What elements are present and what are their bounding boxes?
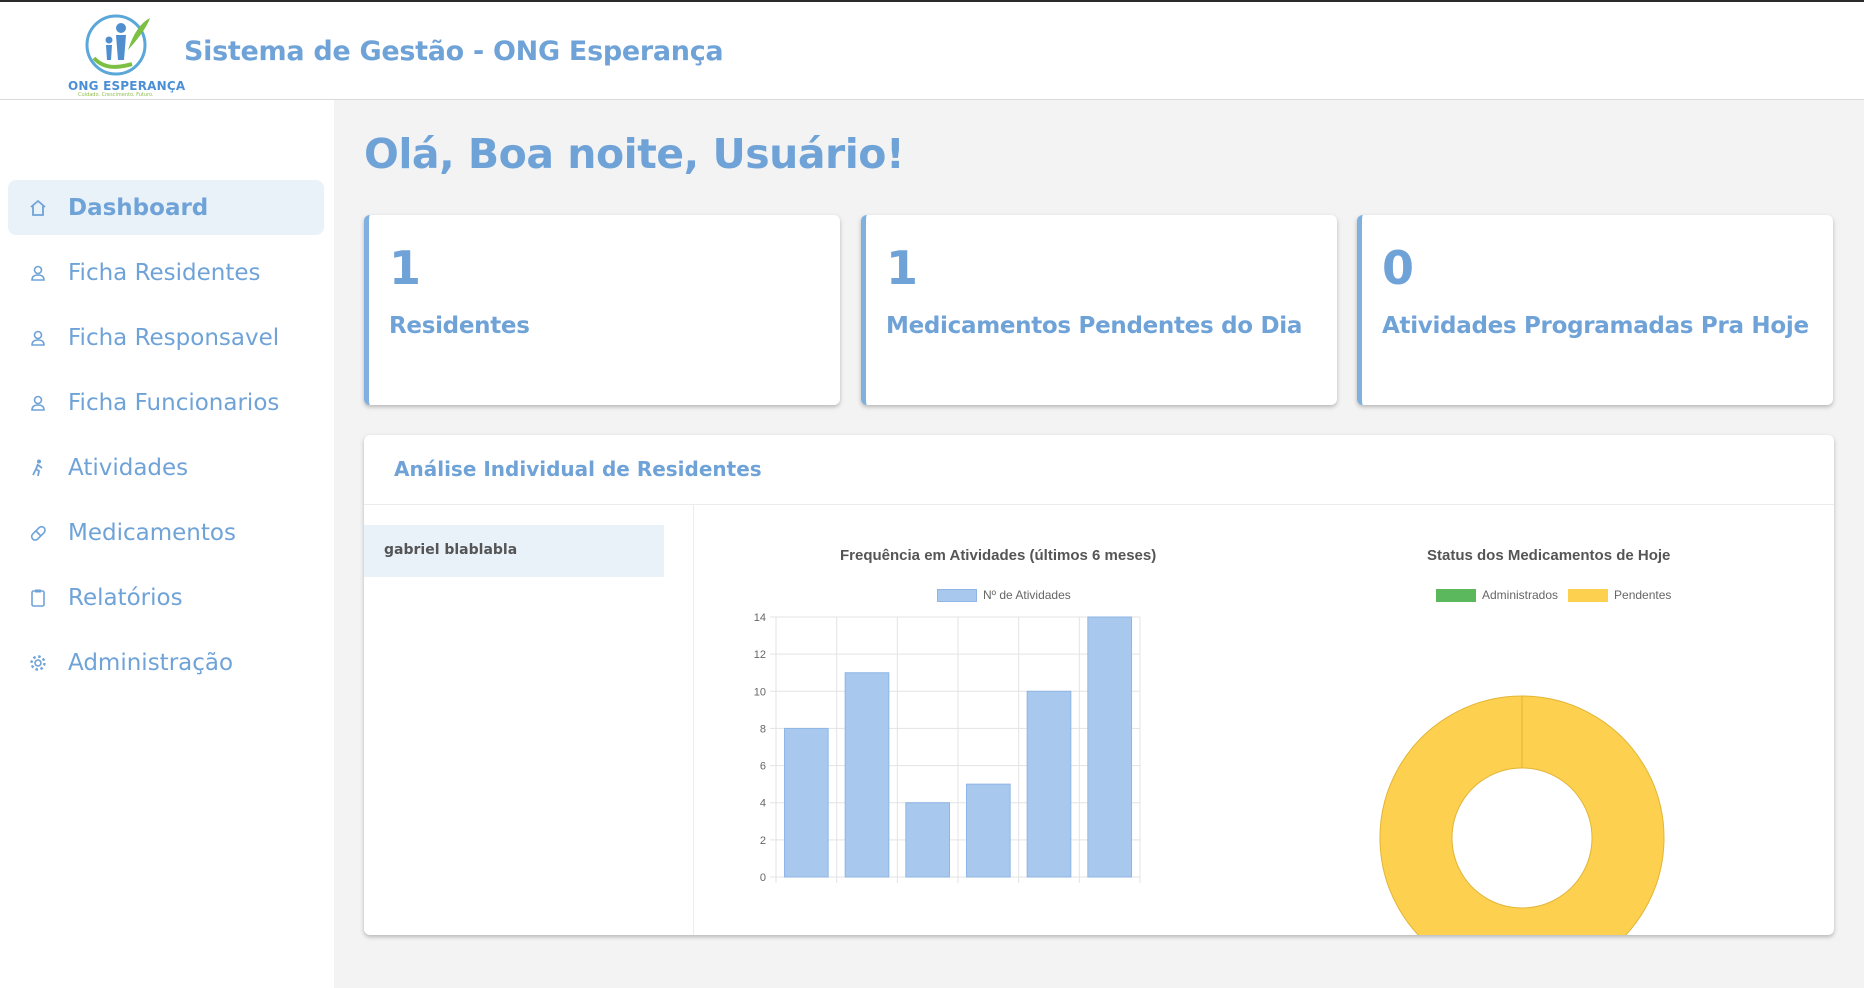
stat-value: 1	[886, 241, 919, 295]
resident-item[interactable]: gabriel blablabla	[364, 525, 664, 577]
stat-card-atividades[interactable]: 0 Atividades Programadas Pra Hoje	[1357, 215, 1833, 405]
sidebar-item-label: Medicamentos	[68, 519, 236, 546]
doughnut-chart-title: Status dos Medicamentos de Hoje	[1427, 547, 1671, 564]
user-icon	[31, 265, 45, 281]
app-header: ONG ESPERANÇA Cuidado. Crescimento. Futu…	[0, 0, 1864, 100]
sidebar-item-label: Relatórios	[68, 584, 183, 611]
sidebar-item-ficha-funcionarios[interactable]: Ficha Funcionarios	[8, 375, 324, 430]
resident-name: gabriel blablabla	[384, 542, 518, 558]
doughnut-chart	[1379, 695, 1665, 935]
stat-value: 1	[389, 241, 422, 295]
bar-5[interactable]	[1026, 690, 1072, 878]
stat-value: 0	[1382, 241, 1415, 295]
bar-chart-legend[interactable]: Nº de Atividades	[937, 588, 1071, 602]
sidebar-item-ficha-residentes[interactable]: Ficha Residentes	[8, 245, 324, 300]
y-tick-label: 2	[760, 835, 766, 847]
sidebar-item-relatorios[interactable]: Relatórios	[8, 570, 324, 625]
legend-swatch-atividades	[937, 588, 977, 602]
sidebar-item-label: Dashboard	[68, 194, 209, 221]
legend-swatch-pendentes	[1568, 588, 1609, 602]
stat-label: Medicamentos Pendentes do Dia	[886, 313, 1303, 339]
sidebar-item-label: Administração	[68, 649, 234, 676]
home-icon	[30, 199, 46, 216]
bar-2[interactable]	[844, 672, 890, 878]
legend-label-pendentes: Pendentes	[1614, 588, 1672, 602]
bar-4[interactable]	[965, 783, 1011, 878]
panel-header: Análise Individual de Residentes	[364, 435, 1834, 505]
sidebar-item-label: Ficha Funcionarios	[68, 389, 280, 416]
y-tick-label: 8	[760, 723, 766, 735]
bar-chart-title: Frequência em Atividades (últimos 6 mese…	[840, 547, 1157, 564]
sidebar-item-atividades[interactable]: Atividades	[8, 440, 324, 495]
stat-label: Atividades Programadas Pra Hoje	[1382, 313, 1809, 339]
y-tick-label: 14	[754, 612, 766, 624]
clipboard-icon	[31, 589, 45, 607]
y-tick-label: 4	[760, 798, 766, 810]
sidebar-item-medicamentos[interactable]: Medicamentos	[8, 505, 324, 560]
legend-label-administrados: Administrados	[1482, 588, 1559, 602]
sidebar-item-label: Ficha Residentes	[68, 259, 261, 286]
analysis-panel: Análise Individual de Residentes gabriel…	[364, 435, 1834, 935]
y-tick-label: 10	[754, 686, 766, 698]
panel-title: Análise Individual de Residentes	[394, 457, 762, 481]
bar-3[interactable]	[905, 802, 951, 878]
y-tick-label: 0	[760, 872, 766, 884]
legend-swatch-administrados	[1436, 588, 1476, 602]
bar-1[interactable]	[783, 727, 829, 878]
sidebar-item-label: Ficha Responsavel	[68, 324, 280, 351]
page-greeting: Olá, Boa noite, Usuário!	[364, 130, 905, 178]
sidebar-item-ficha-responsavel[interactable]: Ficha Responsavel	[8, 310, 324, 365]
y-tick-label: 12	[754, 649, 766, 661]
pill-icon	[30, 525, 46, 541]
sidebar-item-label: Atividades	[68, 454, 189, 481]
user-icon	[31, 395, 45, 411]
bar-chart: 0 2 4 6 8 10 12 14	[754, 612, 1141, 884]
user-icon	[31, 330, 45, 346]
legend-label-atividades: Nº de Atividades	[983, 588, 1071, 602]
logo-tagline: Cuidado. Crescimento. Futuro.	[78, 92, 154, 98]
app-title: Sistema de Gestão - ONG Esperança	[184, 36, 724, 67]
sidebar-item-dashboard[interactable]: Dashboard	[8, 180, 324, 235]
logo-text: ONG ESPERANÇA	[68, 79, 186, 93]
stat-card-medicamentos[interactable]: 1 Medicamentos Pendentes do Dia	[861, 215, 1337, 405]
sidebar-item-administracao[interactable]: Administração	[8, 635, 324, 690]
sidebar: Dashboard Ficha Residentes Ficha Respons…	[0, 100, 334, 988]
resident-list: gabriel blablabla	[364, 505, 694, 935]
y-tick-label: 6	[760, 761, 766, 773]
stat-card-residentes[interactable]: 1 Residentes	[364, 215, 840, 405]
doughnut-chart-legend[interactable]: Administrados Pendentes	[1436, 588, 1671, 602]
gear-icon	[30, 655, 46, 671]
bar-6[interactable]	[1087, 616, 1133, 878]
walking-icon	[32, 459, 43, 477]
stat-label: Residentes	[389, 313, 530, 339]
